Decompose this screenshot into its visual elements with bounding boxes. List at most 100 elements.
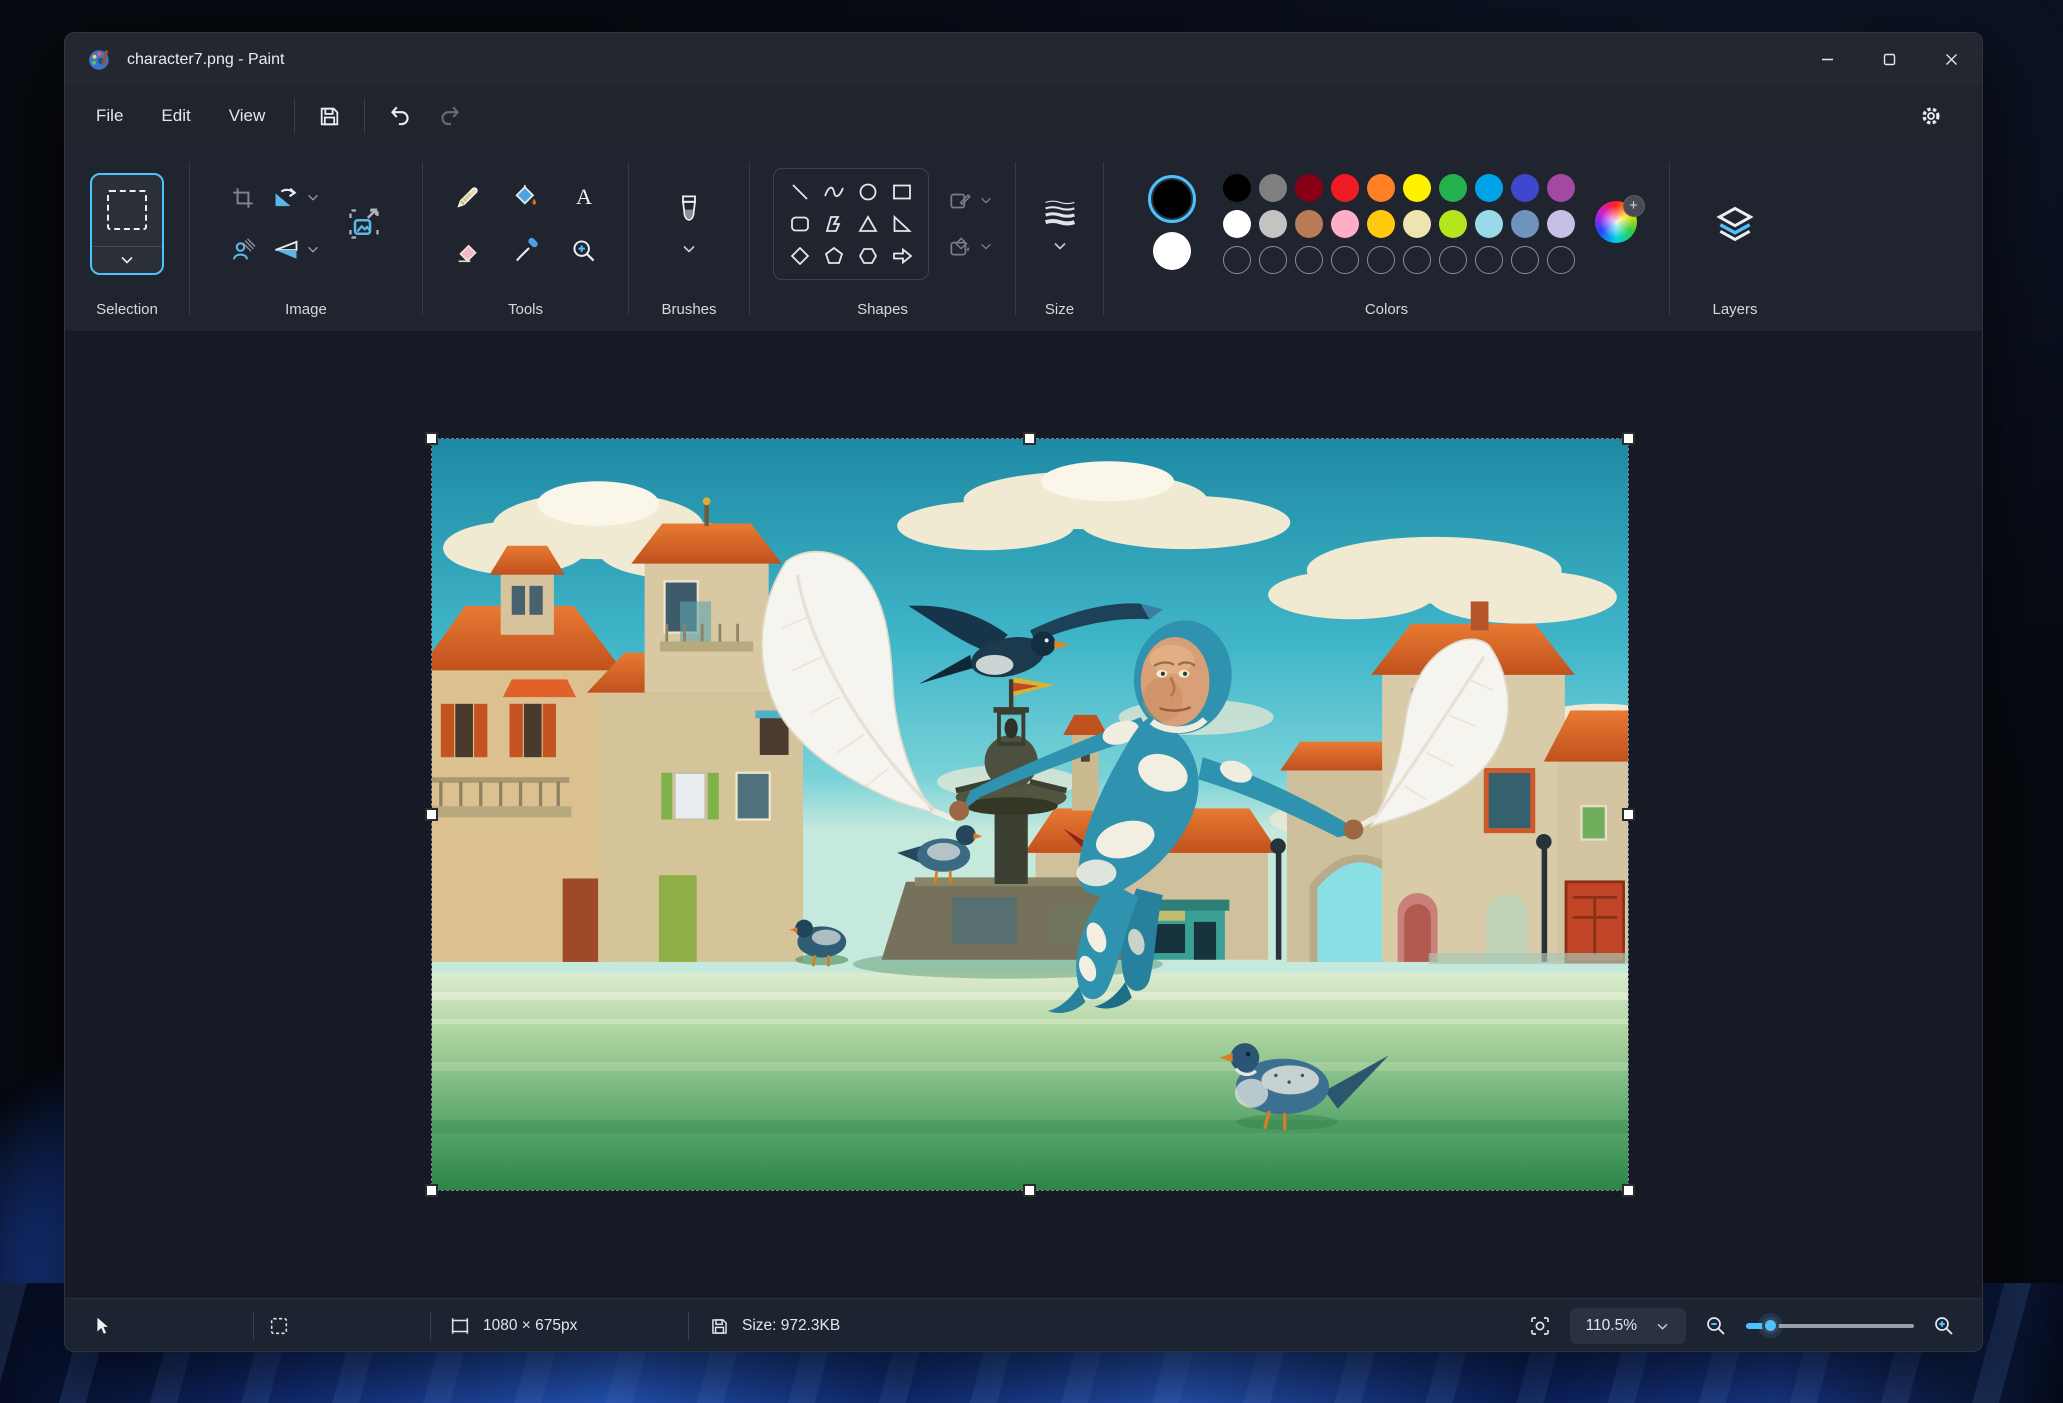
color-swatch[interactable]: [1294, 173, 1323, 202]
empty-color-slot[interactable]: [1330, 245, 1359, 274]
zoom-slider[interactable]: [1746, 1317, 1914, 1334]
text-tool-button[interactable]: A: [570, 183, 598, 211]
shape-fill-button[interactable]: [947, 234, 993, 260]
color-swatch[interactable]: [1294, 209, 1323, 238]
color-swatch[interactable]: [1510, 173, 1539, 202]
zoom-in-icon: [1935, 1317, 1953, 1335]
shape-right-triangle[interactable]: [886, 209, 918, 239]
status-bar: 1080 × 675px Size: 972.3KB 110.5%: [65, 1298, 1982, 1351]
color-swatch[interactable]: [1474, 173, 1503, 202]
color-swatch[interactable]: [1546, 209, 1575, 238]
layers-button[interactable]: [1712, 202, 1758, 246]
shape-curve[interactable]: [818, 177, 850, 207]
menu-edit[interactable]: Edit: [142, 98, 209, 134]
selection-handle[interactable]: [1023, 432, 1036, 445]
shape-outline-button[interactable]: [947, 188, 993, 214]
shape-line[interactable]: [784, 177, 816, 207]
color-swatch[interactable]: [1366, 209, 1395, 238]
shape-triangle[interactable]: [852, 209, 884, 239]
color-swatch[interactable]: [1330, 209, 1359, 238]
zoom-slider-thumb[interactable]: [1761, 1317, 1779, 1334]
menu-separator: [364, 99, 366, 133]
selection-handle[interactable]: [425, 807, 438, 821]
empty-color-slot[interactable]: [1366, 245, 1395, 274]
flip-button[interactable]: [272, 236, 320, 264]
resize-image-button[interactable]: [346, 206, 382, 242]
fit-to-window-button[interactable]: [1528, 1314, 1552, 1338]
shape-rectangle[interactable]: [886, 177, 918, 207]
shape-pentagon[interactable]: [818, 241, 850, 271]
shape-arrow-right[interactable]: [886, 241, 918, 271]
color-swatch[interactable]: [1474, 209, 1503, 238]
empty-color-slot[interactable]: [1546, 245, 1575, 274]
canvas-selection[interactable]: [425, 432, 1635, 1197]
save-button[interactable]: [305, 98, 354, 135]
color-swatch[interactable]: [1402, 173, 1431, 202]
color-swatch[interactable]: [1438, 209, 1467, 238]
fill-color-button[interactable]: [512, 183, 540, 211]
minimize-button[interactable]: [1796, 33, 1858, 86]
resize-image-icon: [349, 208, 379, 239]
undo-button[interactable]: [375, 97, 425, 135]
selection-handle[interactable]: [425, 432, 438, 445]
selection-handle[interactable]: [1622, 807, 1635, 821]
brushes-button[interactable]: [674, 194, 704, 254]
settings-button[interactable]: [1906, 97, 1956, 135]
color-swatch[interactable]: [1546, 173, 1575, 202]
color-swatch[interactable]: [1258, 209, 1287, 238]
redo-icon: [441, 106, 460, 126]
remove-background-button[interactable]: [230, 236, 258, 264]
edit-colors-button[interactable]: +: [1594, 194, 1645, 247]
crop-button[interactable]: [230, 185, 258, 211]
color-swatch[interactable]: [1510, 209, 1539, 238]
maximize-button[interactable]: [1858, 33, 1920, 86]
selection-tool-button[interactable]: [90, 172, 164, 275]
selection-handle[interactable]: [425, 1184, 438, 1197]
menu-file[interactable]: File: [77, 98, 142, 134]
zoom-in-button[interactable]: [1932, 1314, 1956, 1338]
shape-rounded-rectangle[interactable]: [784, 209, 816, 239]
color-picker-button[interactable]: [512, 237, 540, 265]
empty-color-slot[interactable]: [1474, 245, 1503, 274]
rotate-button[interactable]: [272, 184, 320, 212]
color-swatch[interactable]: [1366, 173, 1395, 202]
close-button[interactable]: [1920, 33, 1982, 86]
shape-polygon[interactable]: [818, 209, 850, 239]
zoom-level-dropdown[interactable]: 110.5%: [1569, 1308, 1686, 1344]
chevron-down-icon: [308, 246, 318, 253]
empty-color-slot[interactable]: [1294, 245, 1323, 274]
color-swatch[interactable]: [1438, 173, 1467, 202]
selection-handle[interactable]: [1023, 1184, 1036, 1197]
empty-color-slot[interactable]: [1402, 245, 1431, 274]
color-swatch[interactable]: [1222, 173, 1251, 202]
foreground-color-swatch[interactable]: [1147, 174, 1196, 223]
svg-text:A: A: [575, 184, 591, 209]
zoom-out-button[interactable]: [1704, 1314, 1728, 1338]
shape-diamond[interactable]: [784, 241, 816, 271]
empty-color-slot[interactable]: [1258, 245, 1287, 274]
selection-dropdown[interactable]: [92, 247, 162, 273]
pencil-button[interactable]: [454, 183, 482, 211]
color-swatch[interactable]: [1258, 173, 1287, 202]
zoom-out-icon: [1707, 1317, 1725, 1335]
chevron-down-icon: [121, 256, 133, 264]
color-swatch[interactable]: [1222, 209, 1251, 238]
selection-handle[interactable]: [1622, 1184, 1635, 1197]
empty-color-slot[interactable]: [1438, 245, 1467, 274]
redo-button[interactable]: [425, 97, 475, 135]
background-color-swatch[interactable]: [1152, 231, 1191, 270]
color-swatch[interactable]: [1330, 173, 1359, 202]
canvas-area[interactable]: [65, 331, 1982, 1298]
selection-handle[interactable]: [1622, 432, 1635, 445]
shape-hexagon[interactable]: [852, 241, 884, 271]
menu-view[interactable]: View: [210, 98, 285, 134]
color-swatch[interactable]: [1402, 209, 1431, 238]
empty-color-slot[interactable]: [1510, 245, 1539, 274]
eraser-button[interactable]: [454, 237, 482, 265]
magnifier-button[interactable]: [570, 237, 598, 265]
shape-fill-icon: [949, 236, 969, 255]
empty-color-slot[interactable]: [1222, 245, 1251, 274]
shape-oval[interactable]: [852, 177, 884, 207]
size-button[interactable]: [1042, 197, 1078, 251]
line-icon: [791, 183, 808, 200]
